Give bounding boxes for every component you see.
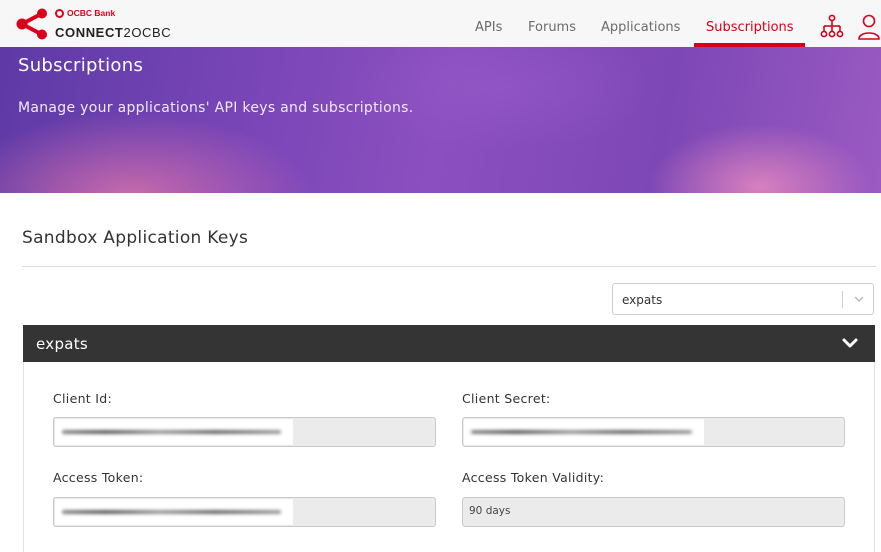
share-logo-icon[interactable] — [16, 8, 48, 40]
nav-forums[interactable]: Forums — [528, 20, 576, 35]
org-chart-icon[interactable] — [820, 14, 844, 40]
ocbc-dot-icon — [55, 8, 64, 18]
application-select-value: expats — [622, 293, 663, 307]
chevron-down-icon[interactable] — [852, 292, 866, 306]
nav-subscriptions[interactable]: Subscriptions — [706, 20, 794, 35]
page-title: Subscriptions — [18, 55, 144, 76]
top-nav-bar: OCBC Bank CONNECT2OCBC APIs Forums Appli… — [0, 0, 881, 48]
client-secret-field[interactable] — [462, 417, 845, 447]
client-id-masked-value — [55, 419, 293, 445]
section-divider — [22, 266, 876, 267]
ocbc-bank-logo: OCBC Bank — [55, 8, 115, 18]
user-icon[interactable] — [857, 14, 881, 40]
application-select[interactable]: expats — [612, 283, 874, 315]
client-secret-label: Client Secret: — [462, 391, 551, 406]
application-panel-header[interactable]: expats — [23, 325, 875, 362]
bank-name: OCBC Bank — [67, 8, 116, 18]
client-secret-masked-value — [464, 419, 704, 445]
hero-banner: Subscriptions Manage your applications' … — [0, 47, 881, 193]
access-token-field[interactable] — [53, 497, 436, 527]
page-subtitle: Manage your applications' API keys and s… — [18, 100, 414, 116]
chevron-down-icon[interactable] — [841, 335, 859, 351]
section-title: Sandbox Application Keys — [22, 228, 249, 248]
client-id-label: Client Id: — [53, 391, 112, 406]
access-token-label: Access Token: — [53, 470, 144, 485]
nav-applications[interactable]: Applications — [601, 20, 680, 35]
token-validity-value: 90 days — [469, 505, 511, 517]
token-validity-field[interactable]: 90 days — [462, 497, 845, 527]
product-name-bold: CONNECT — [55, 25, 124, 40]
access-token-masked-value — [55, 499, 293, 525]
client-id-field[interactable] — [53, 417, 436, 447]
nav-apis[interactable]: APIs — [475, 20, 502, 35]
application-panel-title: expats — [36, 335, 89, 353]
product-name[interactable]: CONNECT2OCBC — [55, 25, 171, 40]
token-validity-label: Access Token Validity: — [462, 470, 605, 485]
select-separator — [842, 291, 843, 308]
product-name-rest: 2OCBC — [123, 25, 172, 40]
